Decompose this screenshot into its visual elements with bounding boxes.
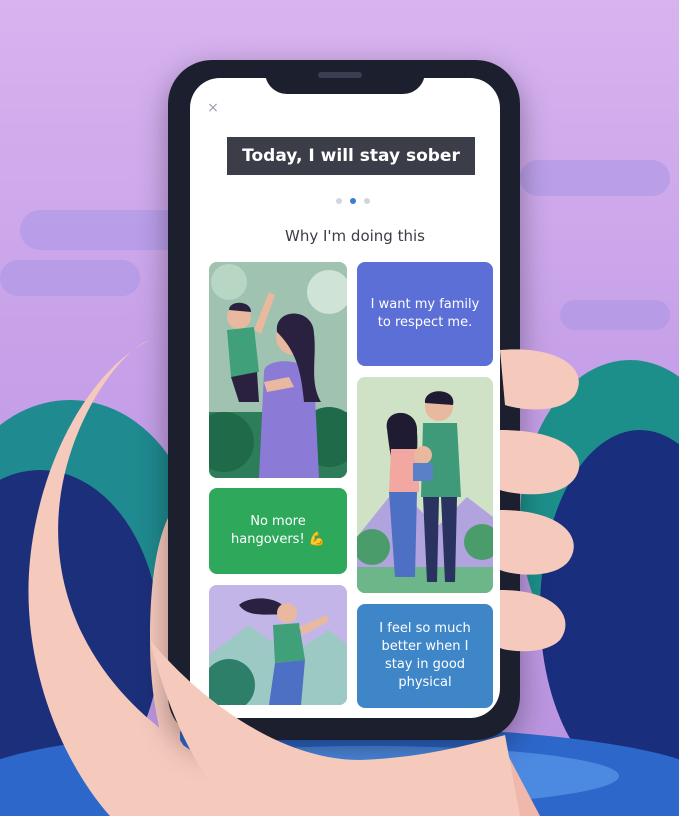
hand-fingers — [150, 349, 580, 816]
